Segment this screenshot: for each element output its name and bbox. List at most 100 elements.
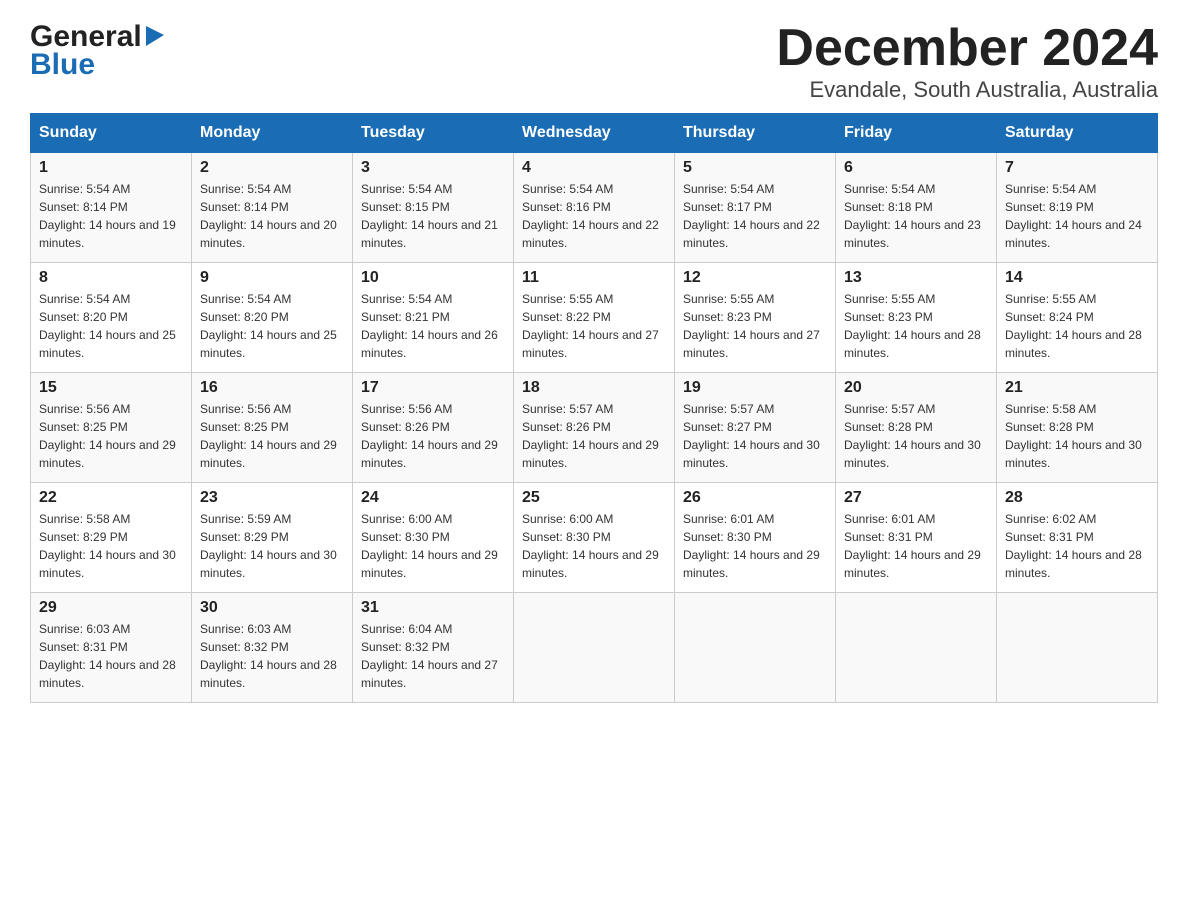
page-header: General Blue December 2024 Evandale, Sou… xyxy=(30,20,1158,103)
day-info: Sunrise: 5:54 AMSunset: 8:16 PMDaylight:… xyxy=(522,180,666,252)
day-info: Sunrise: 5:54 AMSunset: 8:14 PMDaylight:… xyxy=(39,180,183,252)
day-number: 3 xyxy=(361,159,505,177)
day-info: Sunrise: 6:04 AMSunset: 8:32 PMDaylight:… xyxy=(361,620,505,692)
month-title: December 2024 xyxy=(776,20,1158,77)
day-number: 23 xyxy=(200,489,344,507)
header-saturday: Saturday xyxy=(997,114,1158,153)
day-number: 28 xyxy=(1005,489,1149,507)
day-info: Sunrise: 6:03 AMSunset: 8:31 PMDaylight:… xyxy=(39,620,183,692)
title-section: December 2024 Evandale, South Australia,… xyxy=(776,20,1158,103)
day-info: Sunrise: 5:54 AMSunset: 8:19 PMDaylight:… xyxy=(1005,180,1149,252)
calendar-week-row: 22 Sunrise: 5:58 AMSunset: 8:29 PMDayligh… xyxy=(31,483,1158,593)
day-number: 2 xyxy=(200,159,344,177)
calendar-day-cell: 8 Sunrise: 5:54 AMSunset: 8:20 PMDaylight… xyxy=(31,263,192,373)
calendar-day-cell: 15 Sunrise: 5:56 AMSunset: 8:25 PMDayligh… xyxy=(31,373,192,483)
day-number: 6 xyxy=(844,159,988,177)
header-friday: Friday xyxy=(836,114,997,153)
day-info: Sunrise: 5:56 AMSunset: 8:25 PMDaylight:… xyxy=(39,400,183,472)
day-info: Sunrise: 6:03 AMSunset: 8:32 PMDaylight:… xyxy=(200,620,344,692)
day-info: Sunrise: 5:58 AMSunset: 8:29 PMDaylight:… xyxy=(39,510,183,582)
day-info: Sunrise: 6:01 AMSunset: 8:31 PMDaylight:… xyxy=(844,510,988,582)
calendar-day-cell: 27 Sunrise: 6:01 AMSunset: 8:31 PMDayligh… xyxy=(836,483,997,593)
calendar-week-row: 8 Sunrise: 5:54 AMSunset: 8:20 PMDaylight… xyxy=(31,263,1158,373)
day-number: 17 xyxy=(361,379,505,397)
header-row: Sunday Monday Tuesday Wednesday Thursday… xyxy=(31,114,1158,153)
day-number: 11 xyxy=(522,269,666,287)
day-number: 16 xyxy=(200,379,344,397)
day-info: Sunrise: 5:55 AMSunset: 8:23 PMDaylight:… xyxy=(844,290,988,362)
day-number: 5 xyxy=(683,159,827,177)
calendar-day-cell: 26 Sunrise: 6:01 AMSunset: 8:30 PMDayligh… xyxy=(675,483,836,593)
calendar-day-cell: 1 Sunrise: 5:54 AMSunset: 8:14 PMDaylight… xyxy=(31,153,192,263)
calendar-day-cell: 7 Sunrise: 5:54 AMSunset: 8:19 PMDaylight… xyxy=(997,153,1158,263)
day-number: 24 xyxy=(361,489,505,507)
day-number: 10 xyxy=(361,269,505,287)
day-number: 25 xyxy=(522,489,666,507)
calendar-day-cell: 3Sunrise: 5:54 AMSunset: 8:15 PMDaylight… xyxy=(353,153,514,263)
day-number: 27 xyxy=(844,489,988,507)
calendar-day-cell: 19 Sunrise: 5:57 AMSunset: 8:27 PMDayligh… xyxy=(675,373,836,483)
day-info: Sunrise: 6:01 AMSunset: 8:30 PMDaylight:… xyxy=(683,510,827,582)
day-info: Sunrise: 5:54 AMSunset: 8:14 PMDaylight:… xyxy=(200,180,344,252)
calendar-day-cell: 2 Sunrise: 5:54 AMSunset: 8:14 PMDaylight… xyxy=(192,153,353,263)
day-number: 13 xyxy=(844,269,988,287)
calendar-day-cell: 17 Sunrise: 5:56 AMSunset: 8:26 PMDayligh… xyxy=(353,373,514,483)
calendar-day-cell: 23 Sunrise: 5:59 AMSunset: 8:29 PMDayligh… xyxy=(192,483,353,593)
day-number: 14 xyxy=(1005,269,1149,287)
calendar-day-cell: 16Sunrise: 5:56 AMSunset: 8:25 PMDayligh… xyxy=(192,373,353,483)
day-number: 9 xyxy=(200,269,344,287)
calendar-day-cell: 10 Sunrise: 5:54 AMSunset: 8:21 PMDayligh… xyxy=(353,263,514,373)
calendar-day-cell xyxy=(836,593,997,703)
calendar-day-cell: 4 Sunrise: 5:54 AMSunset: 8:16 PMDaylight… xyxy=(514,153,675,263)
calendar-day-cell: 25 Sunrise: 6:00 AMSunset: 8:30 PMDayligh… xyxy=(514,483,675,593)
day-number: 4 xyxy=(522,159,666,177)
location-title: Evandale, South Australia, Australia xyxy=(776,77,1158,103)
header-tuesday: Tuesday xyxy=(353,114,514,153)
day-info: Sunrise: 5:54 AMSunset: 8:18 PMDaylight:… xyxy=(844,180,988,252)
day-number: 15 xyxy=(39,379,183,397)
calendar-day-cell: 29 Sunrise: 6:03 AMSunset: 8:31 PMDayligh… xyxy=(31,593,192,703)
calendar-day-cell: 12Sunrise: 5:55 AMSunset: 8:23 PMDayligh… xyxy=(675,263,836,373)
day-info: Sunrise: 5:57 AMSunset: 8:28 PMDaylight:… xyxy=(844,400,988,472)
calendar-day-cell xyxy=(514,593,675,703)
calendar-day-cell: 21Sunrise: 5:58 AMSunset: 8:28 PMDayligh… xyxy=(997,373,1158,483)
calendar-day-cell: 18Sunrise: 5:57 AMSunset: 8:26 PMDayligh… xyxy=(514,373,675,483)
day-info: Sunrise: 5:55 AMSunset: 8:23 PMDaylight:… xyxy=(683,290,827,362)
day-info: Sunrise: 6:00 AMSunset: 8:30 PMDaylight:… xyxy=(522,510,666,582)
day-number: 22 xyxy=(39,489,183,507)
day-number: 26 xyxy=(683,489,827,507)
calendar-day-cell xyxy=(997,593,1158,703)
day-info: Sunrise: 5:55 AMSunset: 8:22 PMDaylight:… xyxy=(522,290,666,362)
day-info: Sunrise: 5:57 AMSunset: 8:27 PMDaylight:… xyxy=(683,400,827,472)
calendar-week-row: 29 Sunrise: 6:03 AMSunset: 8:31 PMDayligh… xyxy=(31,593,1158,703)
day-info: Sunrise: 5:54 AMSunset: 8:20 PMDaylight:… xyxy=(200,290,344,362)
calendar-day-cell: 22 Sunrise: 5:58 AMSunset: 8:29 PMDayligh… xyxy=(31,483,192,593)
calendar-day-cell: 5Sunrise: 5:54 AMSunset: 8:17 PMDaylight… xyxy=(675,153,836,263)
calendar-day-cell: 31Sunrise: 6:04 AMSunset: 8:32 PMDayligh… xyxy=(353,593,514,703)
day-number: 29 xyxy=(39,599,183,617)
day-info: Sunrise: 5:55 AMSunset: 8:24 PMDaylight:… xyxy=(1005,290,1149,362)
day-info: Sunrise: 5:54 AMSunset: 8:21 PMDaylight:… xyxy=(361,290,505,362)
header-thursday: Thursday xyxy=(675,114,836,153)
day-info: Sunrise: 5:58 AMSunset: 8:28 PMDaylight:… xyxy=(1005,400,1149,472)
calendar-day-cell: 24 Sunrise: 6:00 AMSunset: 8:30 PMDayligh… xyxy=(353,483,514,593)
calendar-day-cell: 30Sunrise: 6:03 AMSunset: 8:32 PMDayligh… xyxy=(192,593,353,703)
day-info: Sunrise: 5:59 AMSunset: 8:29 PMDaylight:… xyxy=(200,510,344,582)
calendar-day-cell: 13 Sunrise: 5:55 AMSunset: 8:23 PMDayligh… xyxy=(836,263,997,373)
day-number: 7 xyxy=(1005,159,1149,177)
logo: General Blue xyxy=(30,20,166,82)
day-info: Sunrise: 5:54 AMSunset: 8:20 PMDaylight:… xyxy=(39,290,183,362)
calendar-day-cell xyxy=(675,593,836,703)
day-number: 1 xyxy=(39,159,183,177)
day-number: 8 xyxy=(39,269,183,287)
calendar-day-cell: 6 Sunrise: 5:54 AMSunset: 8:18 PMDaylight… xyxy=(836,153,997,263)
day-info: Sunrise: 5:56 AMSunset: 8:26 PMDaylight:… xyxy=(361,400,505,472)
day-info: Sunrise: 6:02 AMSunset: 8:31 PMDaylight:… xyxy=(1005,510,1149,582)
header-wednesday: Wednesday xyxy=(514,114,675,153)
calendar-day-cell: 28 Sunrise: 6:02 AMSunset: 8:31 PMDayligh… xyxy=(997,483,1158,593)
logo-blue-text: Blue xyxy=(30,48,95,82)
day-number: 19 xyxy=(683,379,827,397)
day-info: Sunrise: 6:00 AMSunset: 8:30 PMDaylight:… xyxy=(361,510,505,582)
calendar-week-row: 1 Sunrise: 5:54 AMSunset: 8:14 PMDaylight… xyxy=(31,153,1158,263)
calendar-table: Sunday Monday Tuesday Wednesday Thursday… xyxy=(30,113,1158,703)
